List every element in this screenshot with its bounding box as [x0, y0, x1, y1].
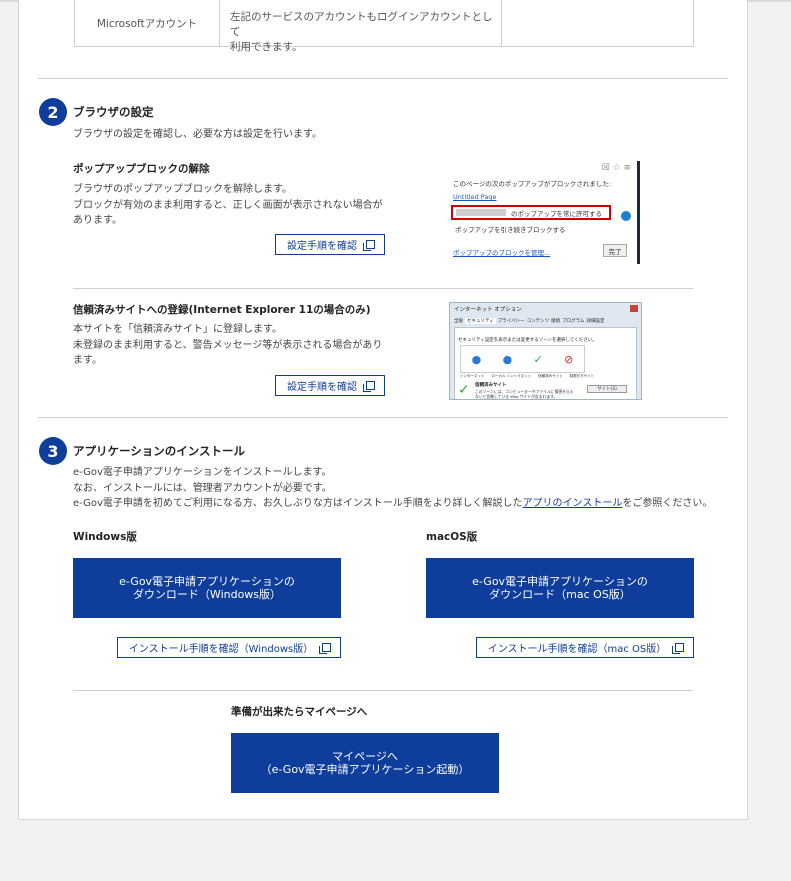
download-mac-button[interactable]: e-Gov電子申請アプリケーションの ダウンロード（mac OS版） [426, 558, 694, 618]
popup-panel: ☒ ☆ ≡ このページの次のポップアップがブロックされました: Untitled… [449, 161, 640, 264]
desc-line: e-Gov電子申請アプリケーションをインストールします。 [73, 467, 332, 478]
ie-panel: セキュリティ設定を表示または変更するゾーンを選択してください。 ● ● ✓ ⊘ … [454, 327, 637, 399]
table-cell-empty [502, 0, 693, 46]
section-divider [38, 417, 728, 418]
desc-line: ブラウザのポップアップブロックを解除します。 [73, 184, 292, 195]
zone-label: ローカル イントラネット [491, 374, 532, 378]
ie-tab: プライバシー [497, 319, 525, 324]
ie-tab: 接続 [551, 319, 561, 324]
desc-text: e-Gov電子申請を初めてご利用になる方、お久しぶりな方はインストール手順をより… [73, 498, 523, 509]
intranet-icon: ● [502, 352, 513, 366]
desc-line: ます。 [73, 355, 102, 366]
external-window-icon [672, 642, 685, 654]
button-label: インストール手順を確認（Windows版） [128, 644, 314, 655]
popup-allow-option: のポップアップを常に許可する [511, 210, 602, 218]
mac-label: macOS版 [426, 531, 478, 543]
button-label: 設定手順を確認 [287, 382, 357, 393]
desc-line: ブロックが有効のまま利用すると、正しく画面が表示されない場合が [73, 199, 383, 211]
step-number-2: 2 [39, 98, 67, 126]
popup-block-desc: ブラウザのポップアップブロックを解除します。 ブロックが有効のまま利用すると、正… [73, 182, 403, 229]
item-divider [73, 288, 693, 289]
desc-line: あります。 [73, 215, 122, 226]
ie-tab: プログラム [562, 319, 585, 324]
zone-label: 制限付きサイト [569, 374, 595, 378]
restricted-icon: ⊘ [564, 352, 574, 366]
external-window-icon [319, 642, 332, 654]
ie-zone-labels: インターネット ローカル イントラネット 信頼済みサイト 制限付きサイト [460, 374, 594, 379]
table-desc-line: 左記のサービスのアカウントもログインアカウントとして [230, 11, 493, 38]
external-window-icon [363, 380, 375, 392]
desc-line: なお、インストールには、管理者アカウントが必要です。 [73, 482, 332, 494]
section-divider [38, 78, 728, 79]
zone-label: 信頼済みサイト [538, 374, 563, 378]
popup-header: このページの次のポップアップがブロックされました: [453, 180, 612, 188]
app-install-link[interactable]: アプリのインストール [523, 498, 623, 509]
ie-logo-icon [621, 211, 631, 221]
popup-block-option: ポップアップを引き続きブロックする [455, 226, 566, 234]
content-card: Microsoftアカウント 左記のサービスのアカウントもログインアカウントとし… [18, 0, 748, 820]
ie-zones: ● ● ✓ ⊘ [460, 345, 585, 373]
desc-text: をご参照ください。 [622, 498, 713, 509]
trusted-check-icon: ✓ [458, 382, 470, 398]
zone-label: インターネット [460, 374, 485, 378]
desc-line: 本サイトを「信頼済みサイト」に登録します。 [73, 324, 282, 335]
table-desc-line: 利用できます。 [230, 41, 303, 53]
download-windows-button[interactable]: e-Gov電子申請アプリケーションの ダウンロード（Windows版） [73, 558, 341, 618]
section-title-install: アプリケーションのインストール [73, 444, 246, 458]
mac-steps-button[interactable]: インストール手順を確認（mac OS版） [476, 637, 694, 658]
popup-screenshot: ☒ ☆ ≡ このページの次のポップアップがブロックされました: Untitled… [449, 161, 640, 264]
trusted-sites-desc: 本サイトを「信頼済みサイト」に登録します。 未登録のまま利用すると、警告メッセー… [73, 322, 403, 369]
ie-tab: 詳細設定 [586, 319, 605, 324]
item-divider [73, 690, 693, 691]
ie-tabs: 全般 セキュリティ プライバシー コンテンツ 接続 プログラム 詳細設定 [454, 318, 605, 324]
redacted-url [456, 209, 506, 216]
browser-toolbar-icons: ☒ ☆ ≡ [601, 163, 631, 173]
popup-block-title: ポップアップブロックの解除 [73, 163, 210, 175]
windows-label: Windows版 [73, 531, 137, 543]
checkmark-icon: ✓ [533, 352, 543, 366]
table-cell-desc: 左記のサービスのアカウントもログインアカウントとして 利用できます。 [220, 0, 502, 53]
button-label: 設定手順を確認 [287, 241, 357, 252]
table-cell-label: Microsoftアカウント [75, 0, 220, 46]
ie-options-screenshot: インターネット オプション 全般 セキュリティ プライバシー コンテンツ 接続 … [449, 302, 642, 400]
close-icon [630, 305, 638, 312]
ie-tab: コンテンツ [526, 319, 550, 324]
desc-line: e-Gov電子申請を初めてご利用になる方、お久しぶりな方はインストール手順をより… [73, 496, 743, 512]
allow-highlight: のポップアップを常に許可する [451, 205, 611, 220]
popup-page-link: Untitled Page [453, 193, 497, 201]
ie-window-title: インターネット オプション [454, 307, 522, 313]
ie-trusted-desc: このゾーンには、コンピューターやファイルに損害を与えないと信頼している Web … [475, 389, 574, 399]
account-table: Microsoftアカウント 左記のサービスのアカウントもログインアカウントとし… [74, 0, 694, 53]
ie-sites-button: サイト(S) [587, 385, 627, 393]
globe-icon: ● [471, 352, 482, 366]
section-desc-browser: ブラウザの設定を確認し、必要な方は設定を行います。 [73, 129, 322, 140]
button-label: インストール手順を確認（mac OS版） [487, 644, 667, 655]
popup-steps-button[interactable]: 設定手順を確認 [275, 234, 385, 255]
install-desc: e-Gov電子申請アプリケーションをインストールします。 なお、インストールには… [73, 465, 743, 512]
ready-title: 準備が出来たらマイページへ [231, 706, 368, 718]
trusted-sites-title: 信頼済みサイトへの登録(Internet Explorer 11の場合のみ) [73, 304, 371, 316]
mypage-button[interactable]: マイページへ （e-Gov電子申請アプリケーション起動） [231, 733, 499, 793]
ie-trusted-label: 信頼済みサイト [475, 383, 507, 388]
ie-zone-note: セキュリティ設定を表示または変更するゾーンを選択してください。 [458, 338, 597, 343]
trusted-steps-button[interactable]: 設定手順を確認 [275, 375, 385, 396]
section-title-browser: ブラウザの設定 [73, 105, 154, 119]
ie-tab: セキュリティ [465, 318, 496, 324]
external-window-icon [363, 239, 375, 251]
ie-tab: 全般 [454, 319, 463, 324]
popup-done-button: 完了 [603, 244, 627, 257]
desc-line: 未登録のまま利用すると、警告メッセージ等が表示される場合があり [73, 339, 383, 351]
popup-manage-link: ポップアップのブロックを管理... [453, 249, 551, 257]
windows-steps-button[interactable]: インストール手順を確認（Windows版） [117, 637, 341, 658]
step-number-3: 3 [39, 437, 67, 465]
